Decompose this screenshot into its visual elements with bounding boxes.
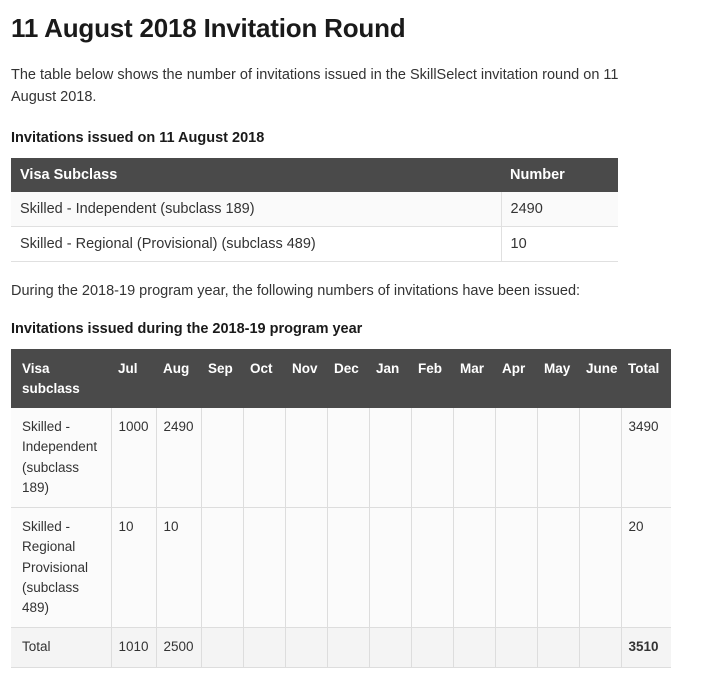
cell-oct [243,507,286,629]
cell-june [579,507,622,629]
program-year-table-head: Visa subclass Jul Aug Sep Oct Nov Dec Ja… [11,348,671,409]
cell-visa-subclass: Skilled - Regional (Provisional) (subcla… [11,226,502,262]
cell-total-apr [495,627,538,668]
cell-total-june [579,627,622,668]
page-title: 11 August 2018 Invitation Round [11,13,406,43]
cell-may [537,408,580,509]
cell-jul: 10 [111,507,157,629]
cell-visa-subclass: Skilled - Independent (subclass 189) [11,408,112,509]
cell-total-may [537,627,580,668]
column-header-june: June [579,348,621,409]
cell-dec [327,408,370,509]
column-header-visa-subclass: Visa subclass [11,348,111,409]
cell-june [579,408,622,509]
cell-total-dec [327,627,370,668]
table-row: Skilled - Independent (subclass 189) 100… [11,408,671,509]
cell-jan [369,507,412,629]
invitation-round-table-head: Visa Subclass Number [11,157,618,192]
column-header-oct: Oct [243,348,285,409]
column-header-sep: Sep [201,348,243,409]
mid-paragraph: During the 2018-19 program year, the fol… [11,282,581,299]
program-year-table-body: Skilled - Independent (subclass 189) 100… [11,408,671,668]
cell-mar [453,507,496,629]
cell-nov [285,507,328,629]
page-container: 11 August 2018 Invitation Round The tabl… [0,0,728,668]
cell-dec [327,507,370,629]
table-row: Skilled - Independent (subclass 189) 249… [11,191,618,227]
table-header-row: Visa Subclass Number [11,157,618,192]
table-row: Skilled - Regional Provisional (subclass… [11,507,671,629]
column-header-mar: Mar [453,348,495,409]
invitation-round-table: Visa Subclass Number Skilled - Independe… [11,157,618,262]
column-header-total: Total [621,348,671,409]
cell-total-label: Total [11,627,112,668]
cell-sep [201,408,244,509]
table-row: Skilled - Regional (Provisional) (subcla… [11,226,618,262]
cell-aug: 10 [156,507,202,629]
column-header-may: May [537,348,579,409]
cell-mar [453,408,496,509]
cell-total: 3490 [621,408,671,509]
cell-feb [411,507,454,629]
intro-paragraph: The table below shows the number of invi… [11,66,619,106]
column-header-apr: Apr [495,348,537,409]
cell-aug: 2490 [156,408,202,509]
cell-total-oct [243,627,286,668]
cell-apr [495,507,538,629]
cell-visa-subclass: Skilled - Regional Provisional (subclass… [11,507,112,629]
cell-sep [201,507,244,629]
cell-total-sep [201,627,244,668]
cell-number: 10 [501,226,618,262]
column-header-nov: Nov [285,348,327,409]
cell-total-nov [285,627,328,668]
column-header-dec: Dec [327,348,369,409]
cell-oct [243,408,286,509]
section-one-heading: Invitations issued on 11 August 2018 [11,129,265,146]
cell-may [537,507,580,629]
cell-apr [495,408,538,509]
column-header-number: Number [501,157,618,192]
section-two-heading: Invitations issued during the 2018-19 pr… [11,321,363,338]
cell-jan [369,408,412,509]
table-total-row: Total 1010 2500 3510 [11,627,671,668]
cell-total-feb [411,627,454,668]
column-header-aug: Aug [156,348,201,409]
column-header-visa-subclass: Visa Subclass [11,157,501,192]
cell-total-jan [369,627,412,668]
program-year-table: Visa subclass Jul Aug Sep Oct Nov Dec Ja… [11,348,671,668]
column-header-jan: Jan [369,348,411,409]
cell-number: 2490 [501,191,618,227]
cell-jul: 1000 [111,408,157,509]
cell-total-aug: 2500 [156,627,202,668]
column-header-feb: Feb [411,348,453,409]
cell-feb [411,408,454,509]
cell-visa-subclass: Skilled - Independent (subclass 189) [11,191,502,227]
invitation-round-table-body: Skilled - Independent (subclass 189) 249… [11,191,618,262]
column-header-jul: Jul [111,348,156,409]
cell-nov [285,408,328,509]
cell-total-mar [453,627,496,668]
cell-grand-total: 3510 [621,627,671,668]
table-header-row: Visa subclass Jul Aug Sep Oct Nov Dec Ja… [11,348,671,409]
cell-total-jul: 1010 [111,627,157,668]
cell-total: 20 [621,507,671,629]
